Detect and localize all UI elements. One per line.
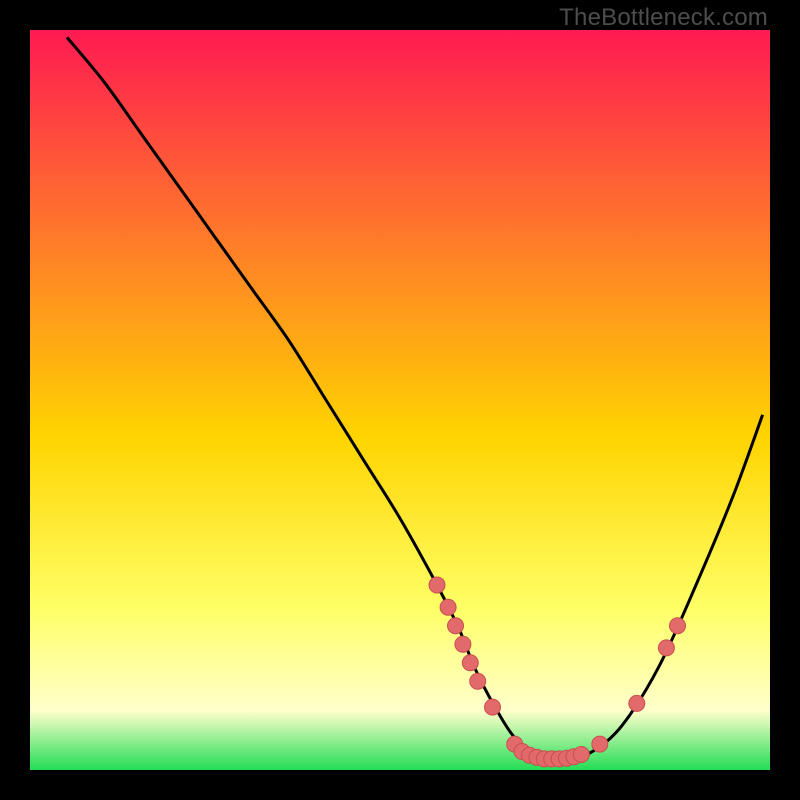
data-marker [455, 636, 471, 652]
data-marker [429, 577, 445, 593]
data-marker [485, 699, 501, 715]
chart-frame [30, 30, 770, 770]
bottleneck-chart [30, 30, 770, 770]
data-marker [629, 695, 645, 711]
data-marker [448, 618, 464, 634]
data-marker [670, 618, 686, 634]
watermark-text: TheBottleneck.com [559, 4, 768, 32]
data-marker [658, 640, 674, 656]
data-marker [470, 673, 486, 689]
data-marker [573, 747, 589, 763]
heat-background [30, 30, 770, 770]
data-marker [462, 655, 478, 671]
data-marker [592, 736, 608, 752]
data-marker [440, 599, 456, 615]
